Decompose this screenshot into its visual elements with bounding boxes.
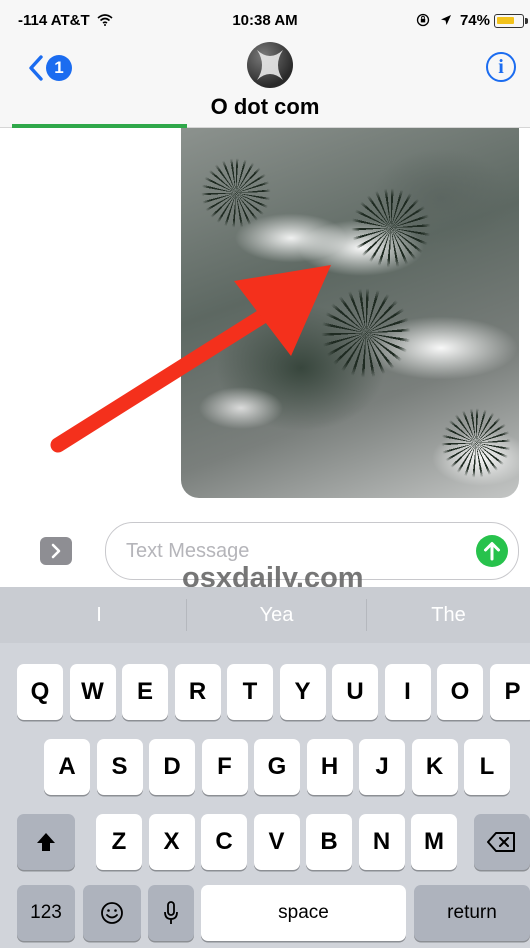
key-s[interactable]: S [96,739,143,795]
send-progress-bar [12,124,187,128]
key-o[interactable]: O [437,664,483,720]
predictive-bar: I Yea The [0,587,530,643]
key-c[interactable]: C [201,814,247,870]
contact-name[interactable]: O dot com [0,94,530,120]
key-d[interactable]: D [149,739,195,795]
emoji-key[interactable] [83,885,141,941]
key-a[interactable]: A [44,739,90,795]
pine-tuft [441,408,511,478]
avatar[interactable] [247,42,293,88]
return-key[interactable]: return [414,885,530,941]
delete-key[interactable] [474,814,530,870]
key-q[interactable]: Q [17,664,63,720]
chevron-left-icon [29,55,43,81]
key-t[interactable]: T [227,664,273,720]
key-z[interactable]: Z [96,814,142,870]
orientation-lock-icon [416,13,429,27]
battery-level [497,17,515,24]
suggestion-item[interactable]: The [367,587,530,643]
status-bar: -114 AT&T 10:38 AM 74% [0,0,530,40]
microphone-icon [164,901,178,924]
key-g[interactable]: G [254,739,300,795]
shift-icon [37,833,55,851]
key-k[interactable]: K [411,739,458,795]
arrow-up-icon [484,542,500,561]
key-b[interactable]: B [306,814,352,870]
battery-percent: 74% [459,12,490,29]
app-drawer-button[interactable] [40,537,72,565]
message-placeholder: Text Message [126,540,250,562]
suggestion-item[interactable]: I [12,587,186,643]
back-button[interactable]: 1 [28,54,72,82]
send-button[interactable] [476,535,508,567]
battery-icon [494,14,524,28]
info-button[interactable]: i [486,52,516,82]
key-p[interactable]: P [489,664,530,720]
emoji-icon [101,902,123,924]
key-n[interactable]: N [358,814,405,870]
pine-tuft [351,188,431,268]
key-v[interactable]: V [253,814,300,870]
status-indicators: 74% [416,12,490,29]
contact-logo-icon [257,50,283,80]
key-r[interactable]: R [174,664,221,720]
key-w[interactable]: W [69,664,116,720]
dictation-key[interactable] [148,885,194,941]
unread-count-badge: 1 [46,55,72,81]
conversation-header: 1 O dot com i [0,40,530,128]
location-arrow-icon [440,15,451,25]
key-i[interactable]: I [384,664,431,720]
photo-message[interactable] [181,128,519,498]
suggestion-item[interactable]: Yea [187,587,366,643]
key-m[interactable]: M [411,814,457,870]
key-u[interactable]: U [332,664,378,720]
pine-tuft [321,288,411,378]
chevron-right-icon [51,543,61,559]
numbers-key[interactable]: 123 [17,885,75,941]
key-j[interactable]: J [359,739,405,795]
pine-tuft [201,158,271,228]
key-l[interactable]: L [464,739,510,795]
key-h[interactable]: H [306,739,353,795]
space-key[interactable]: space [201,885,406,941]
key-e[interactable]: E [122,664,168,720]
key-x[interactable]: X [148,814,195,870]
keyboard: I Yea The 123 space return QWERTYUIOPASD… [0,587,530,948]
delete-icon [487,832,515,852]
key-f[interactable]: F [201,739,248,795]
key-y[interactable]: Y [279,664,326,720]
shift-key[interactable] [17,814,75,870]
battery-tip [525,18,528,24]
